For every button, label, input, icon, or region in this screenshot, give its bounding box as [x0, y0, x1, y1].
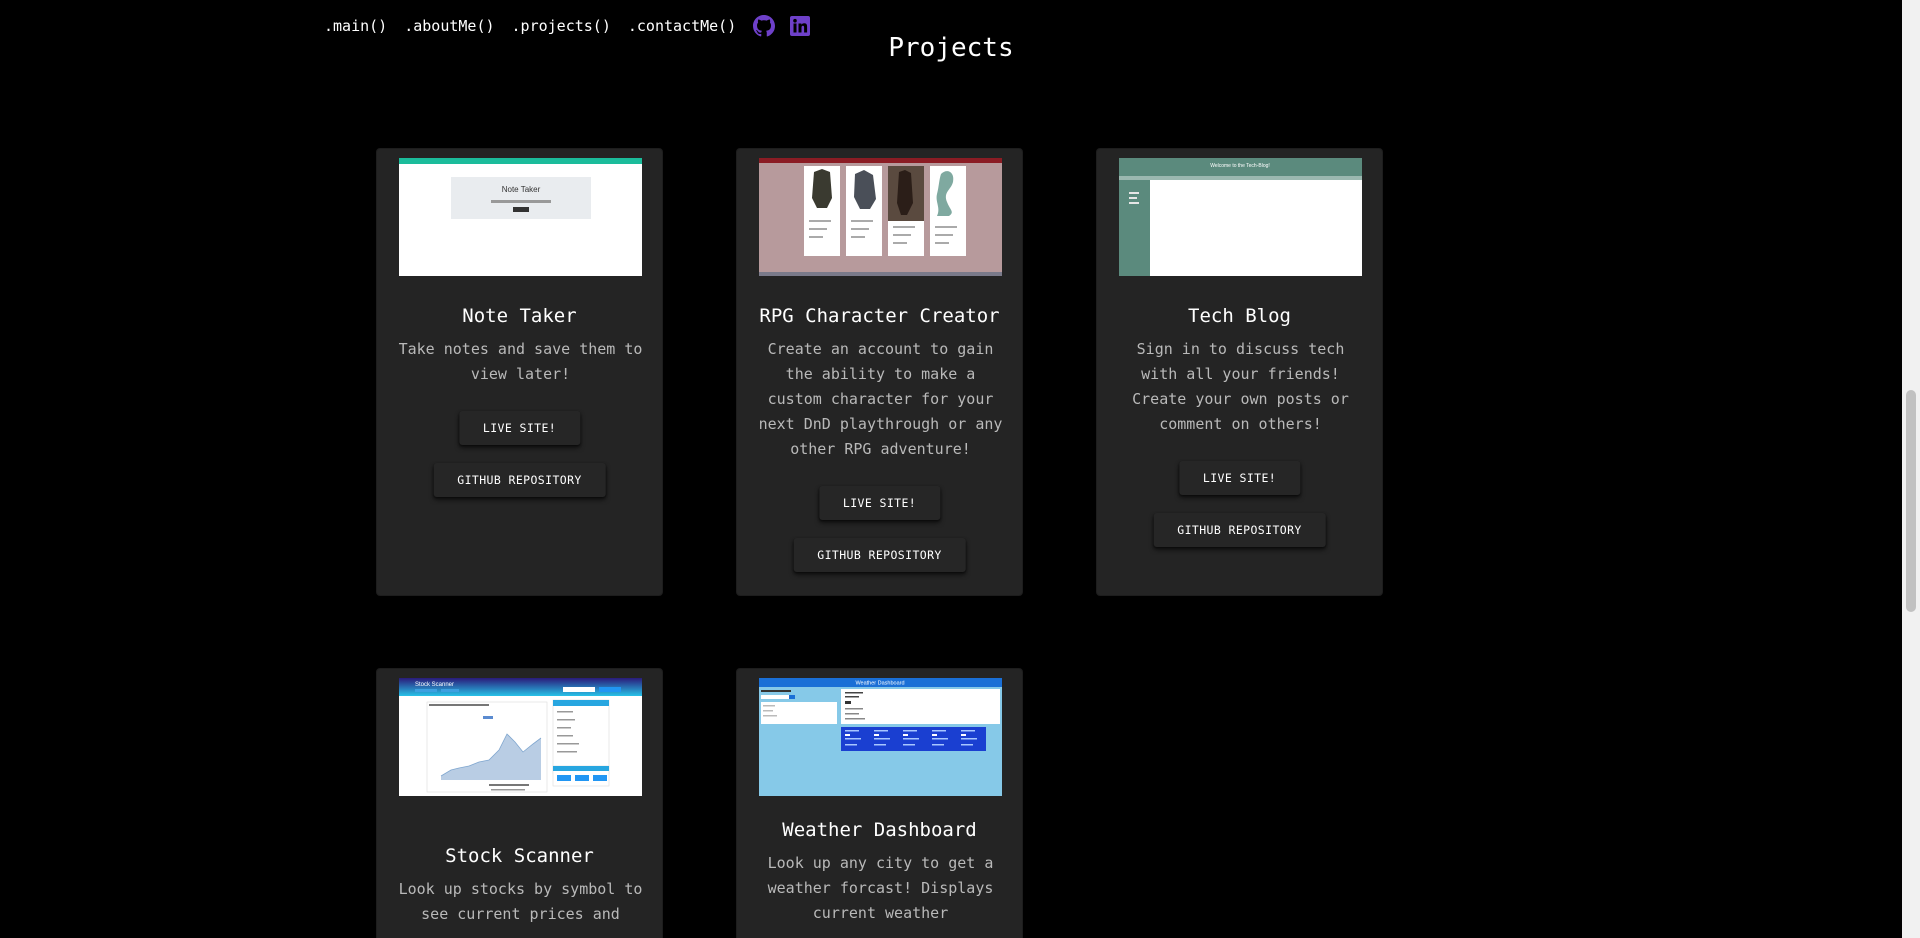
live-site-button[interactable]: LIVE SITE!	[458, 411, 581, 445]
live-site-button[interactable]: LIVE SITE!	[818, 486, 941, 520]
card-description: Look up any city to get a weather forcas…	[767, 854, 994, 922]
thumb-title: Note Taker	[502, 185, 541, 194]
card-title: Stock Scanner	[445, 845, 594, 867]
card-title: Weather Dashboard	[782, 819, 977, 841]
project-card-note-taker: Note Taker Note Taker Take notes and sav…	[376, 148, 663, 596]
project-thumbnail[interactable]: Welcome to the Tech-Blog!	[1119, 158, 1362, 276]
card-title: Note Taker	[462, 305, 577, 327]
card-description: Take notes and save them to view later!	[398, 340, 643, 383]
thumb-title: Weather Dashboard	[855, 681, 904, 687]
card-description: Look up stocks by symbol to see current …	[398, 880, 643, 923]
top-nav: .main() .aboutMe() .projects() .contactM…	[324, 14, 825, 38]
thumb-title: Welcome to the Tech-Blog!	[1210, 163, 1270, 169]
github-repository-button[interactable]: GITHUB REPOSITORY	[433, 463, 606, 497]
live-site-button[interactable]: LIVE SITE!	[1178, 461, 1301, 495]
project-thumbnail[interactable]: Note Taker	[399, 158, 642, 276]
project-thumbnail[interactable]: Stock Scanner	[399, 678, 642, 796]
scrollbar-thumb[interactable]	[1906, 390, 1916, 612]
page: .main() .aboutMe() .projects() .contactM…	[0, 0, 1920, 938]
github-repository-button[interactable]: GITHUB REPOSITORY	[1153, 513, 1326, 547]
card-description: Sign in to discuss tech with all your fr…	[1132, 340, 1349, 433]
github-icon[interactable]	[753, 15, 776, 37]
project-card-weather-dashboard: Weather Dashboard Weather Dashboard Look…	[736, 668, 1023, 938]
page-scrollbar[interactable]	[1902, 0, 1920, 938]
card-title: Tech Blog	[1188, 305, 1291, 327]
card-title: RPG Character Creator	[759, 305, 1000, 327]
nav-link-main[interactable]: .main()	[324, 17, 387, 35]
thumb-title: Stock Scanner	[415, 682, 454, 688]
nav-link-about-me[interactable]: .aboutMe()	[404, 17, 494, 35]
nav-link-contact-me[interactable]: .contactMe()	[628, 17, 736, 35]
github-repository-button[interactable]: GITHUB REPOSITORY	[793, 538, 966, 572]
section-title: Projects	[888, 33, 1014, 63]
nav-link-projects[interactable]: .projects()	[512, 17, 611, 35]
project-card-stock-scanner: Stock Scanner Stock Scanner Look up stoc…	[376, 668, 663, 938]
linkedin-icon[interactable]	[789, 15, 811, 37]
project-card-tech-blog: Welcome to the Tech-Blog! Tech Blog Sign…	[1096, 148, 1383, 596]
project-thumbnail[interactable]: Weather Dashboard	[759, 678, 1002, 796]
project-thumbnail[interactable]	[759, 158, 1002, 276]
card-description: Create an account to gain the ability to…	[758, 340, 1003, 458]
project-card-rpg-character-creator: RPG Character Creator Create an account …	[736, 148, 1023, 596]
